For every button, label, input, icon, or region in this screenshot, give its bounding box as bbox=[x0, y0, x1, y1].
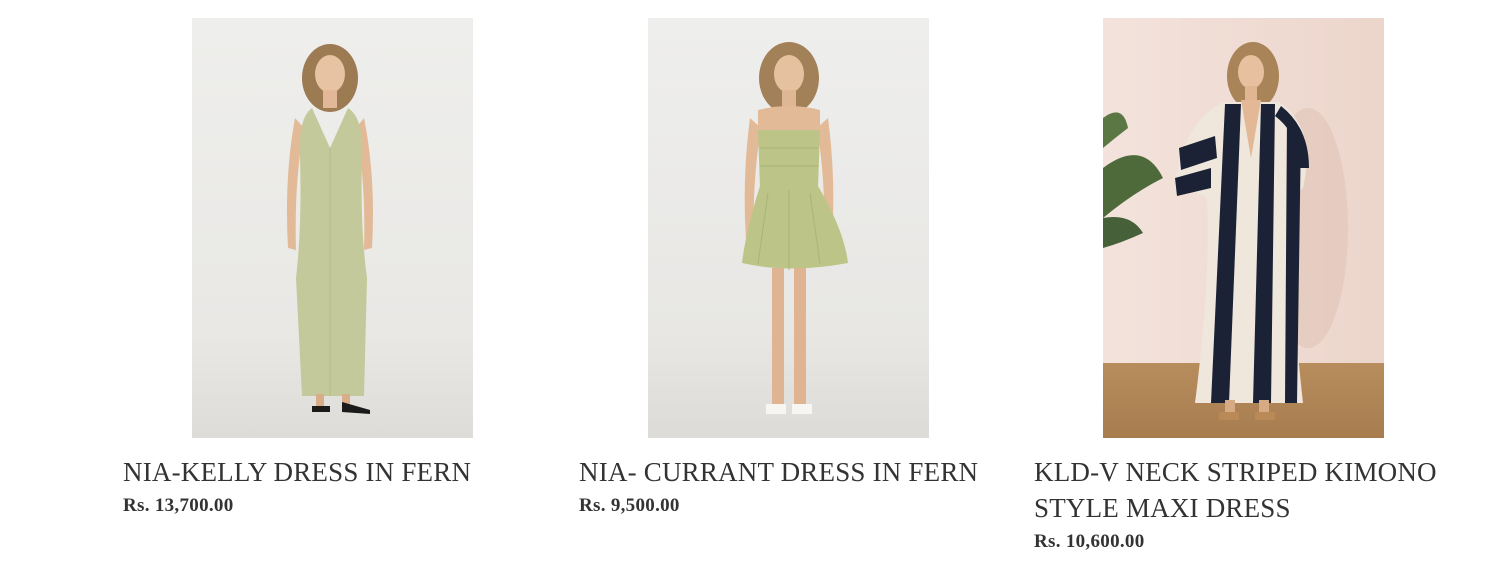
product-title-link[interactable]: NIA-KELLY DRESS IN FERN bbox=[123, 454, 543, 490]
product-grid: NIA-KELLY DRESS IN FERN Rs. 13,700.00 NI… bbox=[0, 0, 1500, 565]
product-photo-striped-kimono-dress-icon bbox=[1103, 18, 1384, 438]
product-title-link[interactable]: NIA- CURRANT DRESS IN FERN bbox=[579, 454, 999, 490]
product-image-link[interactable] bbox=[648, 18, 929, 438]
product-card: KLD-V NECK STRIPED KIMONO STYLE MAXI DRE… bbox=[1034, 0, 1454, 565]
product-price: Rs. 13,700.00 bbox=[123, 495, 234, 516]
product-price: Rs. 9,500.00 bbox=[579, 495, 680, 516]
product-photo-strapless-mini-dress-icon bbox=[648, 18, 929, 438]
product-image-link[interactable] bbox=[192, 18, 473, 438]
product-card: NIA- CURRANT DRESS IN FERN Rs. 9,500.00 bbox=[579, 0, 999, 565]
product-card: NIA-KELLY DRESS IN FERN Rs. 13,700.00 bbox=[123, 0, 543, 565]
product-image-link[interactable] bbox=[1103, 18, 1384, 438]
product-photo-maxi-halter-dress-icon bbox=[192, 18, 473, 438]
product-title-link[interactable]: KLD-V NECK STRIPED KIMONO STYLE MAXI DRE… bbox=[1034, 454, 1454, 526]
product-price: Rs. 10,600.00 bbox=[1034, 531, 1145, 552]
